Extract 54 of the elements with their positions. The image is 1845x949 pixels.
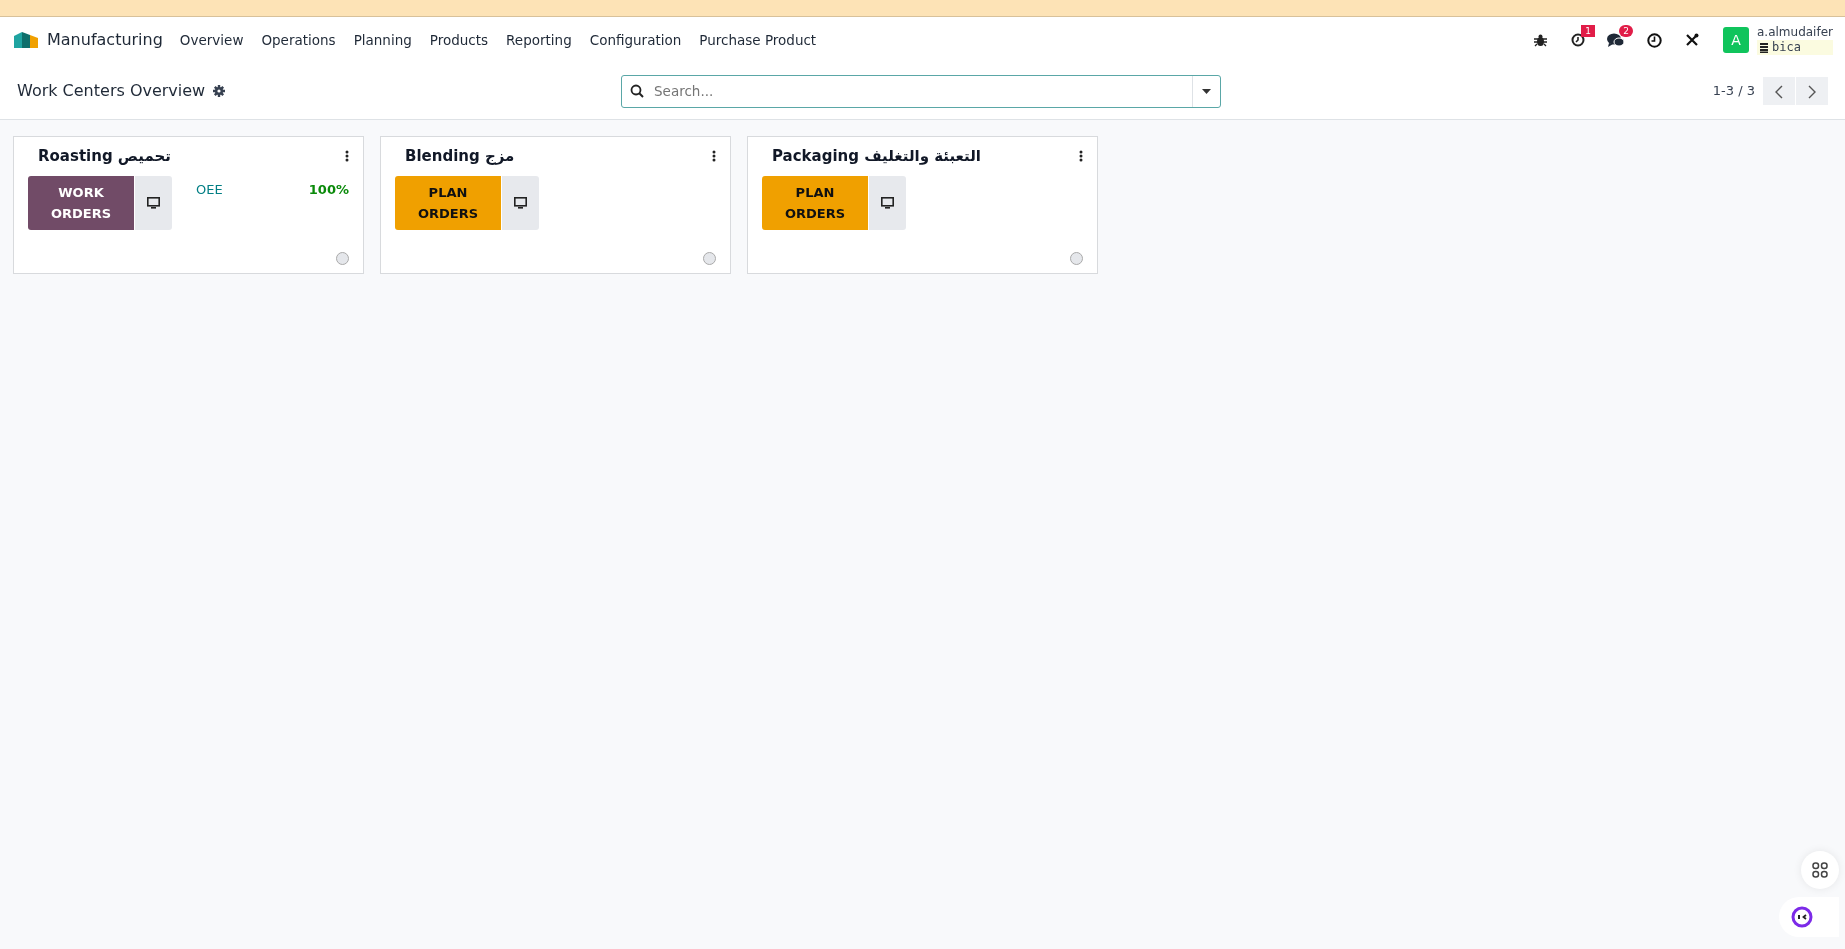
search-field[interactable]: Search... — [621, 74, 1221, 108]
assistant-button[interactable] — [1779, 897, 1839, 937]
settings-icon[interactable] — [213, 85, 226, 97]
chevron-right-icon — [1808, 84, 1816, 99]
stat-label[interactable]: OEE — [196, 179, 223, 199]
action-button[interactable]: WORK ORDERS — [28, 175, 134, 230]
chat-bubbles-icon — [1607, 32, 1625, 48]
tools-icon — [1685, 33, 1699, 47]
menu-item[interactable]: Overview — [170, 29, 253, 51]
status-dot[interactable] — [703, 252, 716, 265]
menu-item[interactable]: Products — [420, 29, 498, 51]
more-options-icon[interactable] — [712, 150, 716, 163]
search-icon — [630, 84, 644, 98]
status-dot[interactable] — [1070, 252, 1083, 265]
monitor-icon — [147, 197, 160, 210]
monitor-button[interactable] — [134, 175, 172, 230]
database-label: bica — [1757, 40, 1833, 55]
card-title[interactable]: Roasting تحميص — [28, 145, 171, 168]
monitor-icon — [514, 197, 527, 210]
bot-face-icon — [1791, 906, 1813, 928]
clock-icon — [1571, 33, 1585, 47]
menu-item[interactable]: Planning — [344, 29, 421, 51]
page-title: Work Centers Overview — [17, 80, 206, 102]
action-button[interactable]: PLAN ORDERS — [395, 175, 501, 230]
chevron-left-icon — [1775, 84, 1783, 99]
action-button[interactable]: PLAN ORDERS — [762, 175, 868, 230]
search-input[interactable]: Search... — [652, 79, 1192, 103]
pager-value: 1-3 / 3 — [1712, 82, 1755, 101]
clock-icon — [1646, 32, 1662, 48]
monitor-icon — [881, 197, 894, 210]
status-dot[interactable] — [336, 252, 349, 265]
more-options-icon[interactable] — [345, 150, 349, 163]
menu-item[interactable]: Configuration — [580, 29, 691, 51]
grid-icon — [1812, 862, 1828, 878]
more-options-icon[interactable] — [1079, 150, 1083, 163]
menu-item[interactable]: Operations — [252, 29, 345, 51]
bug-icon — [1533, 33, 1547, 47]
caret-icon — [1202, 88, 1211, 94]
counter-badge: 2 — [1619, 25, 1633, 37]
app-logo-icon[interactable] — [12, 30, 39, 50]
monitor-button[interactable] — [501, 175, 539, 230]
database-icon — [1760, 42, 1768, 53]
card-title[interactable]: Packaging التعبئة والتغليف — [762, 145, 981, 168]
systray-button[interactable]: 2 — [1601, 25, 1631, 55]
card-title[interactable]: Blending مزج — [395, 145, 515, 168]
menu-item[interactable]: Purchase Product — [690, 29, 826, 51]
systray-button[interactable]: 1 — [1563, 25, 1593, 55]
menu-item[interactable]: Reporting — [497, 29, 581, 51]
monitor-button[interactable] — [868, 175, 906, 230]
stat-value: 100% — [308, 180, 349, 199]
apps-button[interactable] — [1801, 851, 1839, 889]
counter-badge: 1 — [1581, 25, 1595, 37]
app-name[interactable]: Manufacturing — [47, 28, 163, 52]
user-name[interactable]: a.almudaifer — [1757, 25, 1833, 40]
